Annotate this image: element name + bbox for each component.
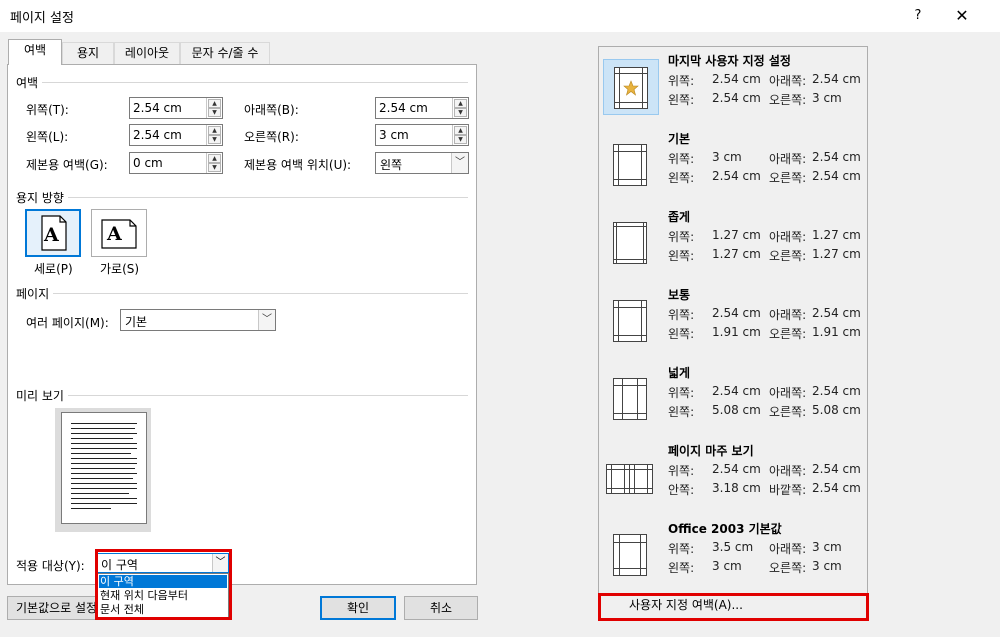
- margin-preset-thumbnail: [603, 527, 659, 583]
- orientation-group-label: 용지 방향: [16, 189, 68, 206]
- margin-preset-thumbnail: [601, 449, 661, 505]
- top-margin-label: 위쪽(T):: [26, 103, 69, 117]
- bottom-margin-label: 아래쪽(B):: [244, 103, 299, 117]
- page-margin-icon: [613, 144, 647, 186]
- portrait-letter: A: [44, 224, 59, 246]
- page-margin-icon: [613, 378, 647, 420]
- apply-to-option[interactable]: 현재 위치 다음부터: [99, 589, 227, 602]
- chevron-down-icon[interactable]: ﹀: [451, 153, 468, 173]
- preview-group-line: [16, 395, 468, 396]
- page-margin-icon: [613, 222, 647, 264]
- ok-button[interactable]: 확인: [320, 596, 396, 620]
- margin-preset-office-2003[interactable]: Office 2003 기본값 위쪽: 3.5 cm 아래쪽: 3 cm 왼쪽:…: [599, 515, 867, 593]
- landscape-letter: A: [107, 223, 122, 245]
- gutter-value: 0 cm: [133, 156, 163, 170]
- apply-to-dropdown: 이 구역 현재 위치 다음부터 문서 전체: [97, 573, 229, 618]
- preset-name: 기본: [668, 132, 691, 146]
- spin-up-icon[interactable]: ▲: [208, 126, 221, 135]
- spin-up-icon[interactable]: ▲: [208, 99, 221, 108]
- orientation-group-line: [16, 197, 468, 198]
- margin-preset-thumbnail: [603, 215, 659, 271]
- margin-presets-gallery: 마지막 사용자 지정 설정 위쪽: 2.54 cm 아래쪽: 2.54 cm 왼…: [598, 46, 868, 594]
- margin-preset-thumbnail: [603, 293, 659, 349]
- title-bar: [0, 0, 1000, 32]
- top-margin-input[interactable]: 2.54 cm ▲ ▼: [129, 97, 223, 119]
- left-margin-input[interactable]: 2.54 cm ▲ ▼: [129, 124, 223, 146]
- help-button[interactable]: ?: [905, 3, 931, 29]
- preset-name: 마지막 사용자 지정 설정: [668, 54, 791, 68]
- gutter-position-select[interactable]: 왼쪽 ﹀: [375, 152, 469, 174]
- preview-group-label: 미리 보기: [16, 387, 68, 404]
- custom-margins-button[interactable]: 사용자 지정 여백(A)...: [599, 594, 867, 620]
- bottom-margin-input[interactable]: 2.54 cm ▲ ▼: [375, 97, 469, 119]
- margin-preset-normal-default[interactable]: 기본 위쪽: 3 cm 아래쪽: 2.54 cm 왼쪽: 2.54 cm 오른쪽…: [599, 125, 867, 203]
- preset-name: 페이지 마주 보기: [668, 444, 754, 458]
- left-margin-label: 왼쪽(L):: [26, 130, 69, 144]
- multiple-pages-value: 기본: [125, 315, 148, 329]
- star-icon: [623, 80, 639, 96]
- gutter-input[interactable]: 0 cm ▲ ▼: [129, 152, 223, 174]
- margin-preset-thumbnail: [603, 371, 659, 427]
- preset-name: Office 2003 기본값: [668, 522, 782, 536]
- mirrored-pages-icon: [606, 464, 630, 494]
- margin-preset-last-custom[interactable]: 마지막 사용자 지정 설정 위쪽: 2.54 cm 아래쪽: 2.54 cm 왼…: [599, 47, 867, 125]
- spin-down-icon[interactable]: ▼: [208, 135, 221, 144]
- apply-to-label: 적용 대상(Y):: [16, 559, 85, 573]
- margin-preset-mirrored[interactable]: 페이지 마주 보기 위쪽: 2.54 cm 아래쪽: 2.54 cm 안쪽: 3…: [599, 437, 867, 515]
- right-margin-label: 오른쪽(R):: [244, 130, 299, 144]
- apply-to-value: 이 구역: [101, 558, 138, 572]
- spin-up-icon[interactable]: ▲: [208, 154, 221, 163]
- apply-to-option[interactable]: 문서 전체: [99, 603, 227, 616]
- tab-margins[interactable]: 여백: [8, 39, 62, 65]
- page-margin-icon: [613, 300, 647, 342]
- pages-group-line: [16, 293, 468, 294]
- close-button[interactable]: ✕: [945, 3, 979, 29]
- landscape-option[interactable]: A: [91, 209, 147, 257]
- spin-up-icon[interactable]: ▲: [454, 99, 467, 108]
- gutter-position-value: 왼쪽: [380, 158, 403, 172]
- margins-group-line: [16, 82, 468, 83]
- portrait-label: 세로(P): [34, 262, 73, 276]
- tab-layout[interactable]: 레이아웃: [114, 42, 180, 64]
- page-margin-icon: [613, 534, 647, 576]
- preset-name: 넓게: [668, 366, 691, 380]
- cancel-button[interactable]: 취소: [404, 596, 478, 620]
- spin-down-icon[interactable]: ▼: [454, 135, 467, 144]
- chevron-down-icon[interactable]: ﹀: [258, 310, 275, 330]
- pages-group-label: 페이지: [16, 285, 54, 302]
- margin-preset-narrow[interactable]: 좁게 위쪽: 1.27 cm 아래쪽: 1.27 cm 왼쪽: 1.27 cm …: [599, 203, 867, 281]
- tab-paper[interactable]: 용지: [62, 42, 114, 64]
- spin-down-icon[interactable]: ▼: [208, 163, 221, 172]
- gutter-label: 제본용 여백(G):: [26, 158, 108, 172]
- set-default-button[interactable]: 기본값으로 설정: [7, 596, 111, 620]
- landscape-label: 가로(S): [100, 262, 140, 276]
- chevron-down-icon[interactable]: ﹀: [212, 554, 228, 572]
- tab-grid[interactable]: 문자 수/줄 수: [180, 42, 270, 64]
- spin-down-icon[interactable]: ▼: [454, 108, 467, 117]
- top-margin-value: 2.54 cm: [133, 101, 182, 115]
- margin-preset-thumbnail: [603, 137, 659, 193]
- margin-preset-moderate[interactable]: 보통 위쪽: 2.54 cm 아래쪽: 2.54 cm 왼쪽: 1.91 cm …: [599, 281, 867, 359]
- preset-name: 보통: [668, 288, 691, 302]
- multiple-pages-select[interactable]: 기본 ﹀: [120, 309, 276, 331]
- multiple-pages-label: 여러 페이지(M):: [26, 316, 109, 330]
- margin-preset-wide[interactable]: 넓게 위쪽: 2.54 cm 아래쪽: 2.54 cm 왼쪽: 5.08 cm …: [599, 359, 867, 437]
- gutter-position-label: 제본용 여백 위치(U):: [244, 158, 352, 172]
- left-margin-value: 2.54 cm: [133, 128, 182, 142]
- apply-to-select[interactable]: 이 구역 ﹀: [97, 553, 229, 573]
- right-margin-value: 3 cm: [379, 128, 409, 142]
- bottom-margin-value: 2.54 cm: [379, 101, 428, 115]
- apply-to-option[interactable]: 이 구역: [99, 575, 227, 588]
- preset-name: 좁게: [668, 210, 691, 224]
- spin-up-icon[interactable]: ▲: [454, 126, 467, 135]
- spin-down-icon[interactable]: ▼: [208, 108, 221, 117]
- dialog-title: 페이지 설정: [10, 11, 74, 26]
- margin-preset-thumbnail: [603, 59, 659, 115]
- margins-group-label: 여백: [16, 74, 43, 91]
- right-margin-input[interactable]: 3 cm ▲ ▼: [375, 124, 469, 146]
- portrait-option[interactable]: A: [25, 209, 81, 257]
- preview-page: [61, 412, 147, 524]
